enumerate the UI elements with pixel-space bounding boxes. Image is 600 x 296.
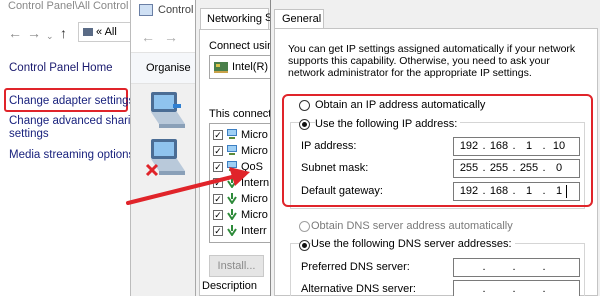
- window-icon: [139, 4, 153, 16]
- item-checkbox[interactable]: ✓: [213, 162, 223, 172]
- item-checkbox[interactable]: ✓: [213, 178, 223, 188]
- ip-settings-description: You can get IP settings assigned automat…: [288, 43, 576, 79]
- control-panel-home-link[interactable]: Control Panel Home: [9, 62, 113, 74]
- obtain-dns-automatically-label: Obtain DNS server address automatically: [311, 220, 513, 232]
- item-checkbox[interactable]: ✓: [213, 130, 223, 140]
- network-protocol-icon: [227, 193, 237, 204]
- alternative-dns-label: Alternative DNS server:: [301, 283, 416, 295]
- list-item[interactable]: ✓ QoS: [213, 159, 270, 175]
- folder-icon: [83, 28, 93, 37]
- item-label: Micro: [241, 129, 268, 141]
- media-streaming-options-link[interactable]: Media streaming options: [9, 149, 134, 162]
- change-advanced-sharing-link-line2[interactable]: settings: [9, 128, 49, 141]
- tab-general[interactable]: General: [274, 9, 324, 29]
- address-bar[interactable]: « All: [78, 22, 133, 42]
- up-arrow-icon[interactable]: ↑: [60, 26, 67, 40]
- adapter-card-icon: [214, 62, 228, 73]
- list-item[interactable]: ✓ Micro: [213, 207, 270, 223]
- item-label: Interr: [241, 225, 267, 237]
- network-protocol-icon: [227, 177, 237, 188]
- item-checkbox[interactable]: ✓: [213, 146, 223, 156]
- use-following-dns-radio[interactable]: [299, 240, 310, 251]
- item-label: Micro: [241, 145, 268, 157]
- list-item[interactable]: ✓ Micro: [213, 143, 270, 159]
- connection-items-list: ✓ Micro ✓ Micro ✓ QoS ✓ Intern ✓ Micro ✓…: [209, 123, 271, 243]
- list-item[interactable]: ✓ Micro: [213, 127, 270, 143]
- preferred-dns-input[interactable]: ...: [453, 258, 580, 277]
- forward-arrow-icon[interactable]: →: [27, 26, 41, 40]
- change-advanced-sharing-link[interactable]: Change advanced sharing: [9, 115, 143, 128]
- network-adapter-icon[interactable]: [145, 88, 189, 132]
- item-checkbox[interactable]: ✓: [213, 194, 223, 204]
- forward-arrow-icon[interactable]: →: [164, 29, 178, 45]
- connection-items-label: This connecti: [209, 108, 271, 120]
- network-connections-title-text: Control: [158, 4, 194, 16]
- alternative-dns-input[interactable]: ...: [453, 280, 580, 296]
- adapter-name: Intel(R): [232, 61, 269, 73]
- adapter-properties-window: Networking S Connect using Intel(R) This…: [195, 0, 273, 296]
- item-label: Micro: [241, 209, 268, 221]
- description-label: Description: [202, 280, 258, 292]
- use-following-dns-label: Use the following DNS server addresses:: [311, 238, 515, 250]
- control-panel-title: Control Panel\All Control: [8, 0, 129, 12]
- list-item[interactable]: ✓ Interr: [213, 223, 270, 239]
- item-label: Micro: [241, 193, 268, 205]
- address-text: « All: [96, 26, 117, 38]
- network-client-icon: [227, 145, 237, 155]
- list-item[interactable]: ✓ Intern: [213, 175, 270, 191]
- back-arrow-icon[interactable]: ←: [8, 26, 22, 40]
- ip-settings-highlight: [282, 94, 593, 207]
- connect-using-label: Connect using: [209, 40, 271, 52]
- recent-chevron-icon[interactable]: ⌄: [46, 29, 54, 43]
- item-checkbox[interactable]: ✓: [213, 210, 223, 220]
- adapter-name-box: Intel(R): [209, 55, 271, 79]
- preferred-dns-label: Preferred DNS server:: [301, 261, 410, 273]
- item-checkbox[interactable]: ✓: [213, 226, 223, 236]
- network-protocol-icon: [227, 225, 237, 236]
- install-button[interactable]: Install...: [209, 255, 264, 277]
- obtain-dns-automatically-radio[interactable]: [299, 221, 310, 232]
- network-client-icon: [227, 129, 237, 139]
- network-adapter-disabled-icon[interactable]: [145, 135, 189, 179]
- item-label: QoS: [241, 161, 264, 173]
- item-label: Intern: [241, 177, 270, 189]
- list-item[interactable]: ✓ Micro: [213, 191, 270, 207]
- network-protocol-icon: [227, 209, 237, 220]
- network-service-icon: [227, 161, 237, 171]
- change-adapter-settings-link[interactable]: Change adapter settings: [9, 95, 134, 108]
- back-arrow-icon[interactable]: ←: [141, 29, 155, 45]
- control-panel-window: Control Panel\All Control ← → ⌄ ↑ « All …: [0, 0, 143, 296]
- ipv4-properties-dialog: General You can get IP settings assigned…: [270, 0, 600, 296]
